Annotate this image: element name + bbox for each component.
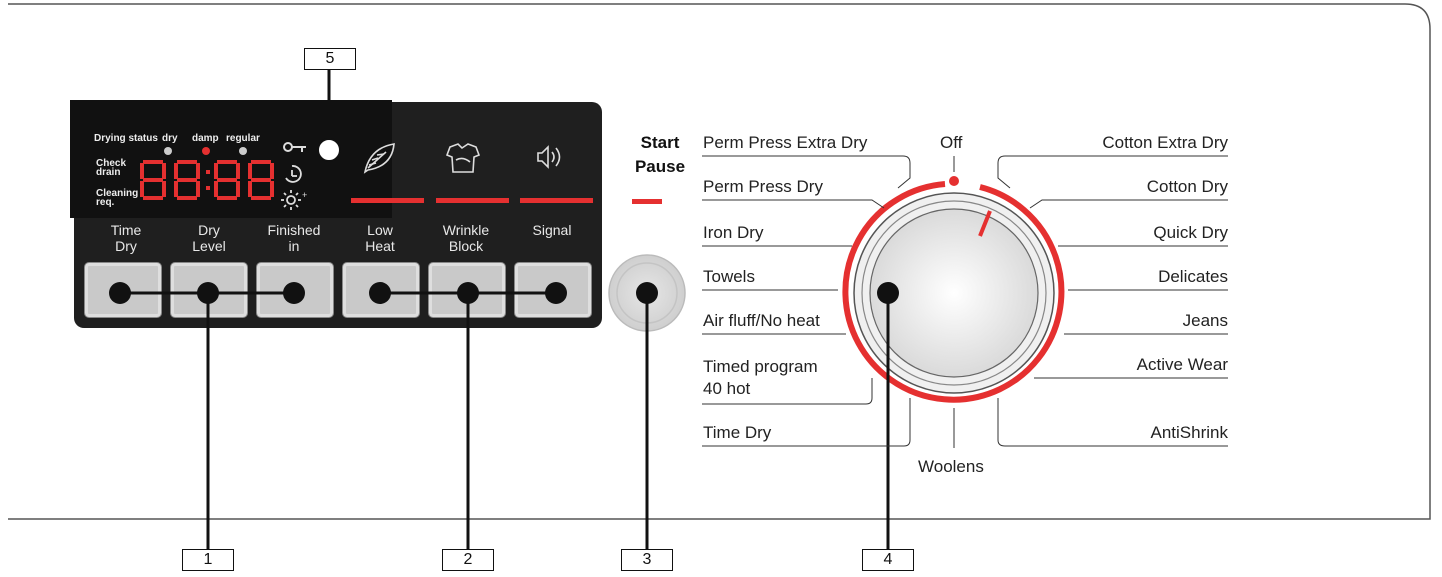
callout-5: 5 (304, 48, 356, 70)
program-jeans: Jeans (1182, 311, 1228, 330)
off-indicator-dot (949, 176, 959, 186)
program-perm-press-dry: Perm Press Dry (703, 177, 823, 196)
program-timed-program: Timed program (703, 357, 818, 376)
callout-3: 3 (621, 549, 673, 571)
program-40-hot: 40 hot (703, 379, 751, 398)
program-delicates: Delicates (1158, 267, 1228, 286)
callout-1: 1 (182, 549, 234, 571)
program-quick-dry: Quick Dry (1153, 223, 1228, 242)
program-off: Off (940, 133, 963, 152)
diagram-graphics (109, 70, 1228, 549)
program-iron-dry: Iron Dry (703, 223, 764, 242)
program-woolens: Woolens (918, 457, 984, 476)
callout-4: 4 (862, 549, 914, 571)
program-perm-press-extra-dry: Perm Press Extra Dry (703, 133, 868, 152)
program-cotton-dry: Cotton Dry (1146, 177, 1228, 196)
program-cotton-extra-dry: Cotton Extra Dry (1102, 133, 1228, 152)
program-antishrink: AntiShrink (1150, 423, 1228, 442)
program-air-fluff: Air fluff/No heat (703, 311, 820, 330)
program-active-wear: Active Wear (1136, 355, 1228, 374)
program-time-dry: Time Dry (703, 423, 772, 442)
program-towels: Towels (703, 267, 755, 286)
callout-2: 2 (442, 549, 494, 571)
